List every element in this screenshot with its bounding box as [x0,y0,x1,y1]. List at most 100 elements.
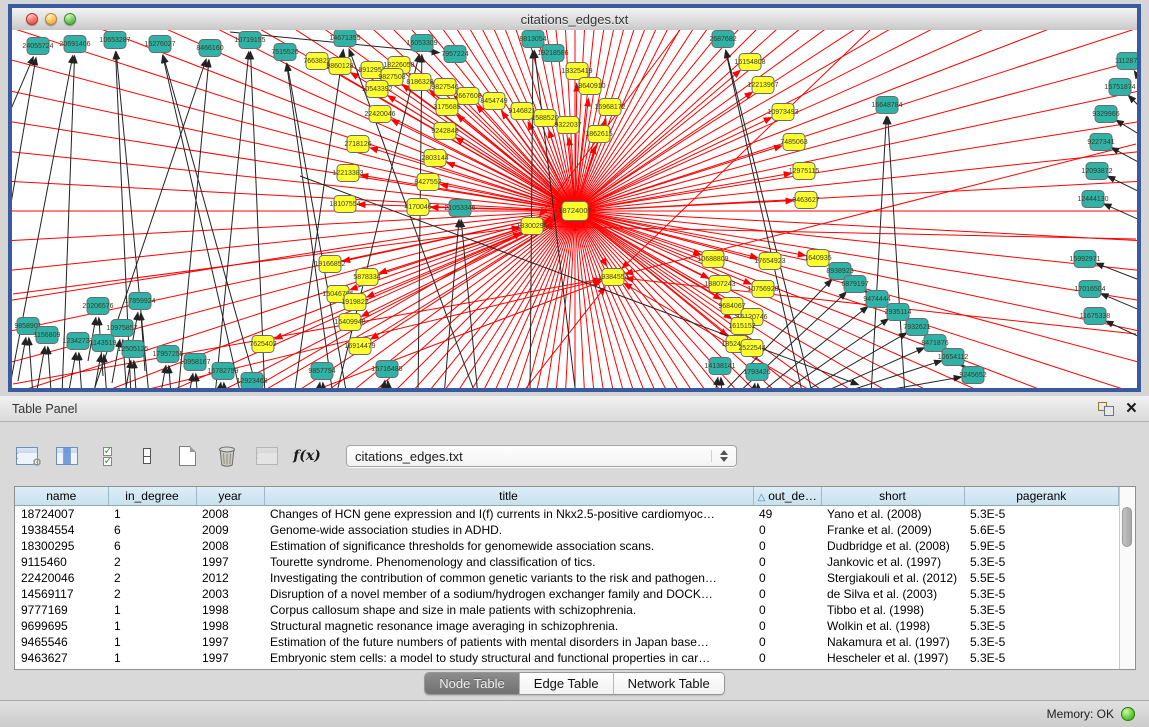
graph-node-9242848[interactable]: 9242848 [431,123,458,140]
graph-node-16968172[interactable]: 16968172 [594,99,625,116]
graph-node-12975115[interactable]: 12975115 [789,163,820,180]
graph-node-16914479[interactable]: 16914479 [344,338,375,355]
graph-node-11675338[interactable]: 11675338 [1080,308,1111,325]
graph-node-10756928[interactable]: 10756928 [747,281,778,298]
graph-node-24055724[interactable]: 24055724 [22,38,53,55]
table-cell[interactable]: Stergiakouli et al. (2012) [821,570,964,586]
table-cell[interactable]: 1997 [196,634,264,650]
graph-node-2667608[interactable]: 2667608 [454,88,481,105]
graph-node-10958167[interactable]: 10958167 [179,354,210,371]
table-cell[interactable]: 9777169 [15,602,108,618]
table-cell[interactable]: 5.6E-5 [964,522,1119,538]
table-row[interactable]: 911546021997Tourette syndrome. Phenomeno… [15,554,1119,570]
table-cell[interactable]: 18724007 [15,506,108,523]
graph-node-9329966[interactable]: 9329966 [1092,106,1119,123]
column-header-name[interactable]: name [15,487,108,506]
graph-node-1588520[interactable]: 1588520 [531,110,558,127]
table-cell[interactable]: 2 [108,554,196,570]
graph-node-10688809[interactable]: 10688809 [697,251,728,268]
table-row[interactable]: 969969511998Structural magnetic resonanc… [15,618,1119,634]
graph-node-12093872[interactable]: 12093872 [1081,163,1112,180]
table-cell[interactable]: Hescheler et al. (1997) [821,650,964,666]
graph-node-13325419[interactable]: 13325419 [561,63,592,80]
table-cell[interactable]: 1998 [196,602,264,618]
table-cell[interactable]: 2 [108,570,196,586]
graph-node-21053346[interactable]: 21053346 [444,200,475,217]
graph-node-1112874[interactable]: 1112874 [1115,53,1137,70]
graph-node-10719155[interactable]: 10719155 [234,32,265,49]
table-cell[interactable]: Dudbridge et al. (2008) [821,538,964,554]
table-cell[interactable]: 5.3E-5 [964,506,1119,523]
table-row[interactable]: 946362711997Embryonic stem cells: a mode… [15,650,1119,666]
tab-network-table[interactable]: Network Table [614,673,724,694]
graph-hub-node-18724007[interactable]: 18724007 [558,202,591,221]
graph-node-1919822[interactable]: 1919822 [341,294,368,311]
float-panel-icon[interactable] [1098,402,1114,416]
graph-node-9227341[interactable]: 9227341 [1087,134,1114,151]
column-header-pagerank[interactable]: pagerank [964,487,1119,506]
graph-node-8813054[interactable]: 8813054 [519,31,546,48]
graph-node-2935114[interactable]: 2935114 [885,304,912,321]
graph-node-15409948[interactable]: 15409948 [334,314,365,331]
table-cell[interactable]: 18300295 [15,538,108,554]
table-cell[interactable]: Estimation of the future numbers of pati… [264,634,753,650]
graph-node-16154808[interactable]: 16154808 [734,54,765,71]
column-header-out_de[interactable]: △out_de… [753,487,821,506]
tab-node-table[interactable]: Node Table [425,673,520,694]
graph-node-8466160[interactable]: 8466160 [196,40,223,57]
table-scrollbar-thumb[interactable] [1122,507,1132,547]
graph-node-5878334[interactable]: 5878334 [353,269,380,286]
graph-node-15992971[interactable]: 15992971 [1069,251,1100,268]
graph-node-15751874[interactable]: 15751874 [1104,79,1135,96]
graph-node-1156809[interactable]: 1156809 [34,327,61,344]
table-cell[interactable]: Corpus callosum shape and size in male p… [264,602,753,618]
table-select-dropdown[interactable]: citations_edges.txt [346,445,737,467]
graph-node-9860128[interactable]: 9860128 [326,58,353,75]
close-window-icon[interactable] [26,13,38,25]
delete-table-icon[interactable] [254,444,280,468]
table-cell[interactable]: 1 [108,650,196,666]
graph-node-8454749[interactable]: 8454749 [480,93,507,110]
graph-node-4170046[interactable]: 4170046 [404,199,431,216]
table-cell[interactable]: 0 [753,602,821,618]
row-height-icon[interactable] [134,444,160,468]
graph-node-1862615[interactable]: 1862615 [585,126,612,143]
graph-node-17654923[interactable]: 17654923 [754,253,785,270]
select-rows-icon[interactable] [94,444,120,468]
table-cell[interactable]: 5.3E-5 [964,634,1119,650]
close-panel-icon[interactable]: × [1126,402,1137,416]
table-cell[interactable]: 14569117 [15,586,108,602]
graph-node-6879197[interactable]: 6879197 [841,276,868,293]
graph-node-10543392[interactable]: 10543392 [361,81,392,98]
table-cell[interactable]: 1997 [196,650,264,666]
graph-node-1640935[interactable]: 1640935 [804,250,831,267]
table-cell[interactable]: 2003 [196,586,264,602]
table-cell[interactable]: 2008 [196,506,264,523]
table-cell[interactable]: Jankovic et al. (1997) [821,554,964,570]
table-cell[interactable]: 5.9E-5 [964,538,1119,554]
graph-node-16782759[interactable]: 16782759 [207,363,238,380]
table-cell[interactable]: Estimation of significance thresholds fo… [264,538,753,554]
tab-edge-table[interactable]: Edge Table [520,673,614,694]
graph-node-9322037[interactable]: 9322037 [554,117,581,134]
memory-ok-icon[interactable] [1121,707,1135,721]
graph-node-2687682[interactable]: 2687682 [709,31,736,48]
graph-node-19218586[interactable]: 19218586 [537,45,568,62]
table-cell[interactable]: 1997 [196,554,264,570]
graph-node-9857794[interactable]: 9857794 [308,363,335,380]
graph-node-15276027[interactable]: 15276027 [144,36,175,53]
table-cell[interactable]: Genome-wide association studies in ADHD. [264,522,753,538]
graph-node-2803144[interactable]: 2803144 [421,150,448,167]
graph-node-2522544[interactable]: 2522544 [738,340,765,357]
graph-node-20206576[interactable]: 20206576 [82,298,113,315]
graph-node-9245652[interactable]: 9245652 [959,367,986,384]
table-row[interactable]: 977716911998Corpus callosum shape and si… [15,602,1119,618]
graph-node-10654112[interactable]: 10654112 [938,349,969,366]
graph-node-9827546[interactable]: 9827546 [431,79,458,96]
column-header-title[interactable]: title [264,487,753,506]
delete-object-icon[interactable] [214,444,240,468]
graph-node-10975857[interactable]: 10975857 [106,320,137,337]
graph-node-12444130[interactable]: 12444130 [1077,191,1108,208]
graph-node-2718126[interactable]: 2718126 [344,136,371,153]
graph-node-18640910[interactable]: 18640910 [574,78,605,95]
